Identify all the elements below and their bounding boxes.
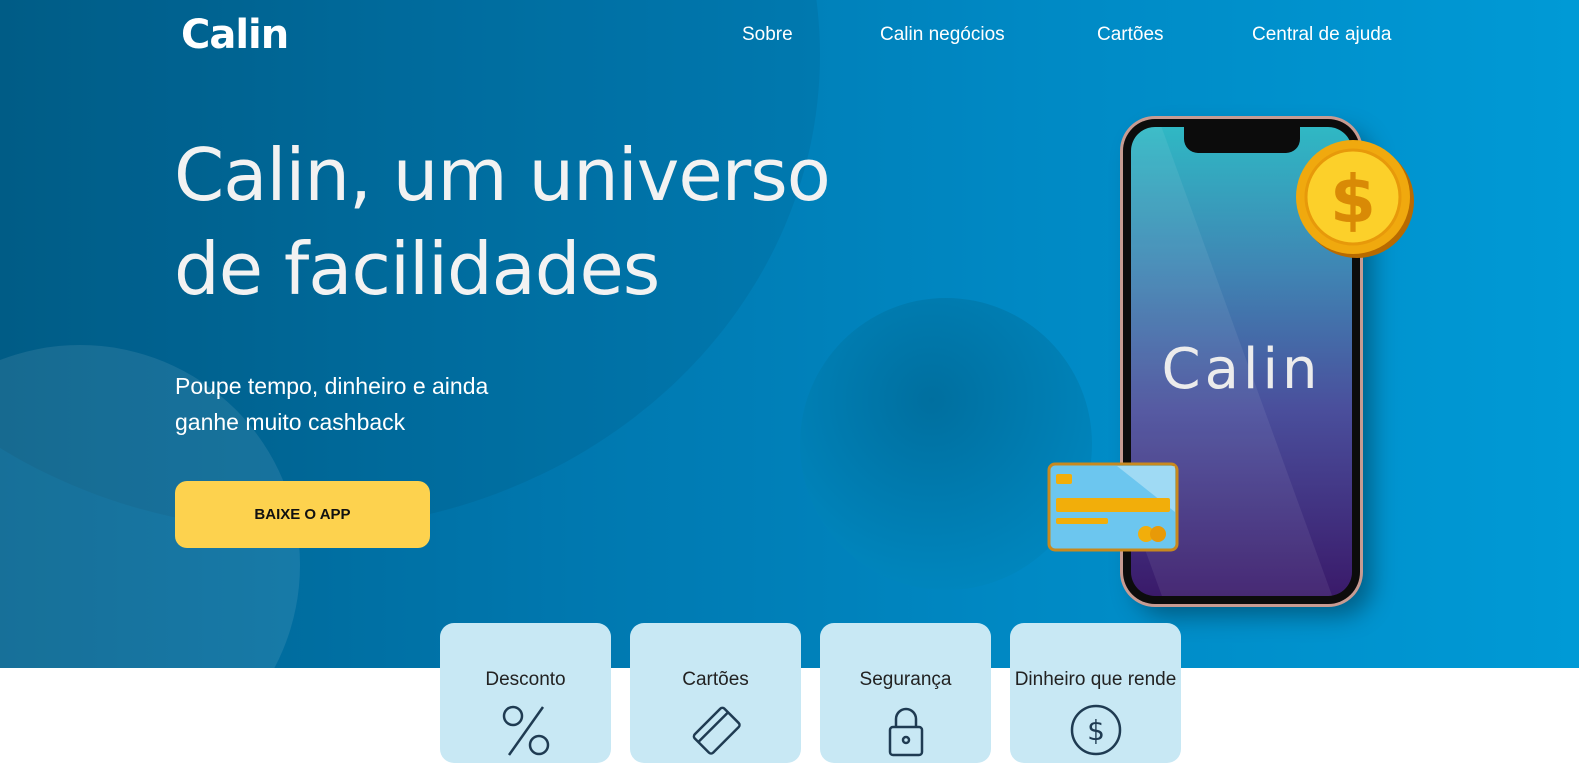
nav-link-cartoes[interactable]: Cartões xyxy=(1097,24,1164,46)
feature-label: Dinheiro que rende xyxy=(1014,669,1177,690)
nav-link-sobre[interactable]: Sobre xyxy=(742,24,793,46)
credit-card-illustration xyxy=(1047,462,1179,552)
hero-subtitle-line1: Poupe tempo, dinheiro e ainda xyxy=(175,373,489,399)
hero-subtitle: Poupe tempo, dinheiro e ainda ganhe muit… xyxy=(175,368,535,440)
hero-headline-line2: de facilidades xyxy=(174,227,660,311)
phone-screen-brand: Calin xyxy=(1161,337,1322,402)
brand-logo[interactable]: Calin xyxy=(181,12,289,58)
hero-section: Calin Sobre Calin negócios Cartões Centr… xyxy=(0,0,1579,668)
nav-link-calin-negocios[interactable]: Calin negócios xyxy=(880,24,1005,46)
hero-headline: Calin, um universo de facilidades xyxy=(174,128,934,316)
feature-label: Desconto xyxy=(485,669,566,690)
phone-notch xyxy=(1183,127,1300,153)
hero-headline-line1: Calin, um universo xyxy=(174,133,831,217)
svg-text:$: $ xyxy=(1330,161,1376,238)
feature-label: Segurança xyxy=(859,669,952,690)
feature-card-seguranca[interactable]: Segurança xyxy=(820,623,991,763)
feature-card-dinheiro-que-rende[interactable]: Dinheiro que rende $ xyxy=(1010,623,1181,763)
svg-text:$: $ xyxy=(1087,714,1105,747)
hero-subtitle-line2: ganhe muito cashback xyxy=(175,409,406,435)
feature-card-cartoes[interactable]: Cartões xyxy=(630,623,801,763)
download-app-button[interactable]: BAIXE O APP xyxy=(175,481,430,548)
feature-card-desconto[interactable]: Desconto xyxy=(440,623,611,763)
nav-link-central-de-ajuda[interactable]: Central de ajuda xyxy=(1252,24,1391,46)
feature-label: Cartões xyxy=(682,669,749,690)
gold-coin-icon: $ xyxy=(1296,140,1414,258)
